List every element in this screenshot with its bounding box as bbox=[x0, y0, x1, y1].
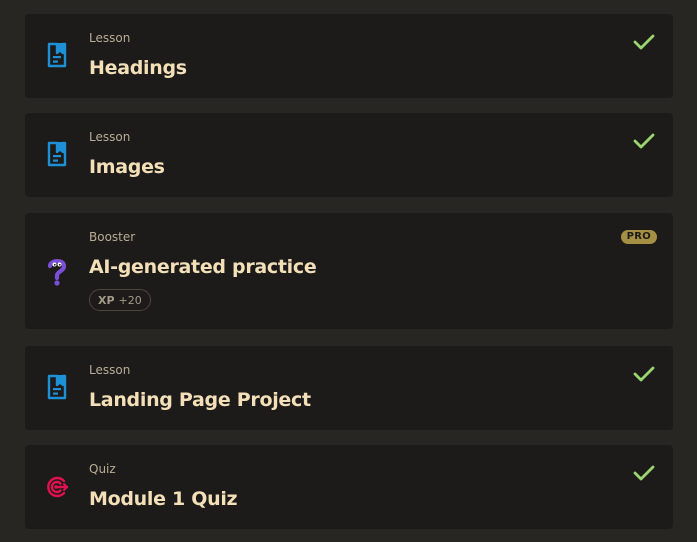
item-kind-label: Quiz bbox=[89, 462, 116, 476]
item-title: Headings bbox=[89, 57, 187, 79]
lesson-card-images[interactable]: Lesson Images bbox=[25, 113, 673, 197]
item-title: Images bbox=[89, 156, 165, 178]
lesson-card-headings[interactable]: Lesson Headings bbox=[25, 14, 673, 98]
check-icon bbox=[633, 33, 655, 51]
check-icon bbox=[633, 365, 655, 383]
quiz-target-icon bbox=[45, 473, 69, 501]
xp-label: XP bbox=[98, 293, 115, 307]
check-icon bbox=[633, 132, 655, 150]
item-title: AI-generated practice bbox=[89, 256, 317, 278]
xp-value: +20 bbox=[118, 293, 142, 307]
booster-creature-icon bbox=[45, 257, 69, 286]
item-kind-label: Lesson bbox=[89, 363, 131, 377]
quiz-card-module-1[interactable]: Quiz Module 1 Quiz bbox=[25, 445, 673, 529]
item-title: Module 1 Quiz bbox=[89, 488, 238, 510]
lesson-doc-icon bbox=[45, 140, 69, 168]
item-title: Landing Page Project bbox=[89, 389, 311, 411]
item-kind-label: Lesson bbox=[89, 31, 131, 45]
lesson-doc-icon bbox=[45, 373, 69, 401]
item-kind-label: Booster bbox=[89, 230, 136, 244]
pro-badge: PRO bbox=[620, 230, 657, 244]
xp-reward-pill: XP +20 bbox=[89, 289, 151, 311]
lesson-doc-icon bbox=[45, 41, 69, 69]
lesson-card-landing-page-project[interactable]: Lesson Landing Page Project bbox=[25, 346, 673, 430]
item-kind-label: Lesson bbox=[89, 130, 131, 144]
check-icon bbox=[633, 464, 655, 482]
module-item-list: Lesson Headings Lesson Images Booster AI… bbox=[0, 0, 697, 542]
booster-card-ai-practice[interactable]: Booster AI-generated practice PRO XP +20 bbox=[25, 213, 673, 329]
